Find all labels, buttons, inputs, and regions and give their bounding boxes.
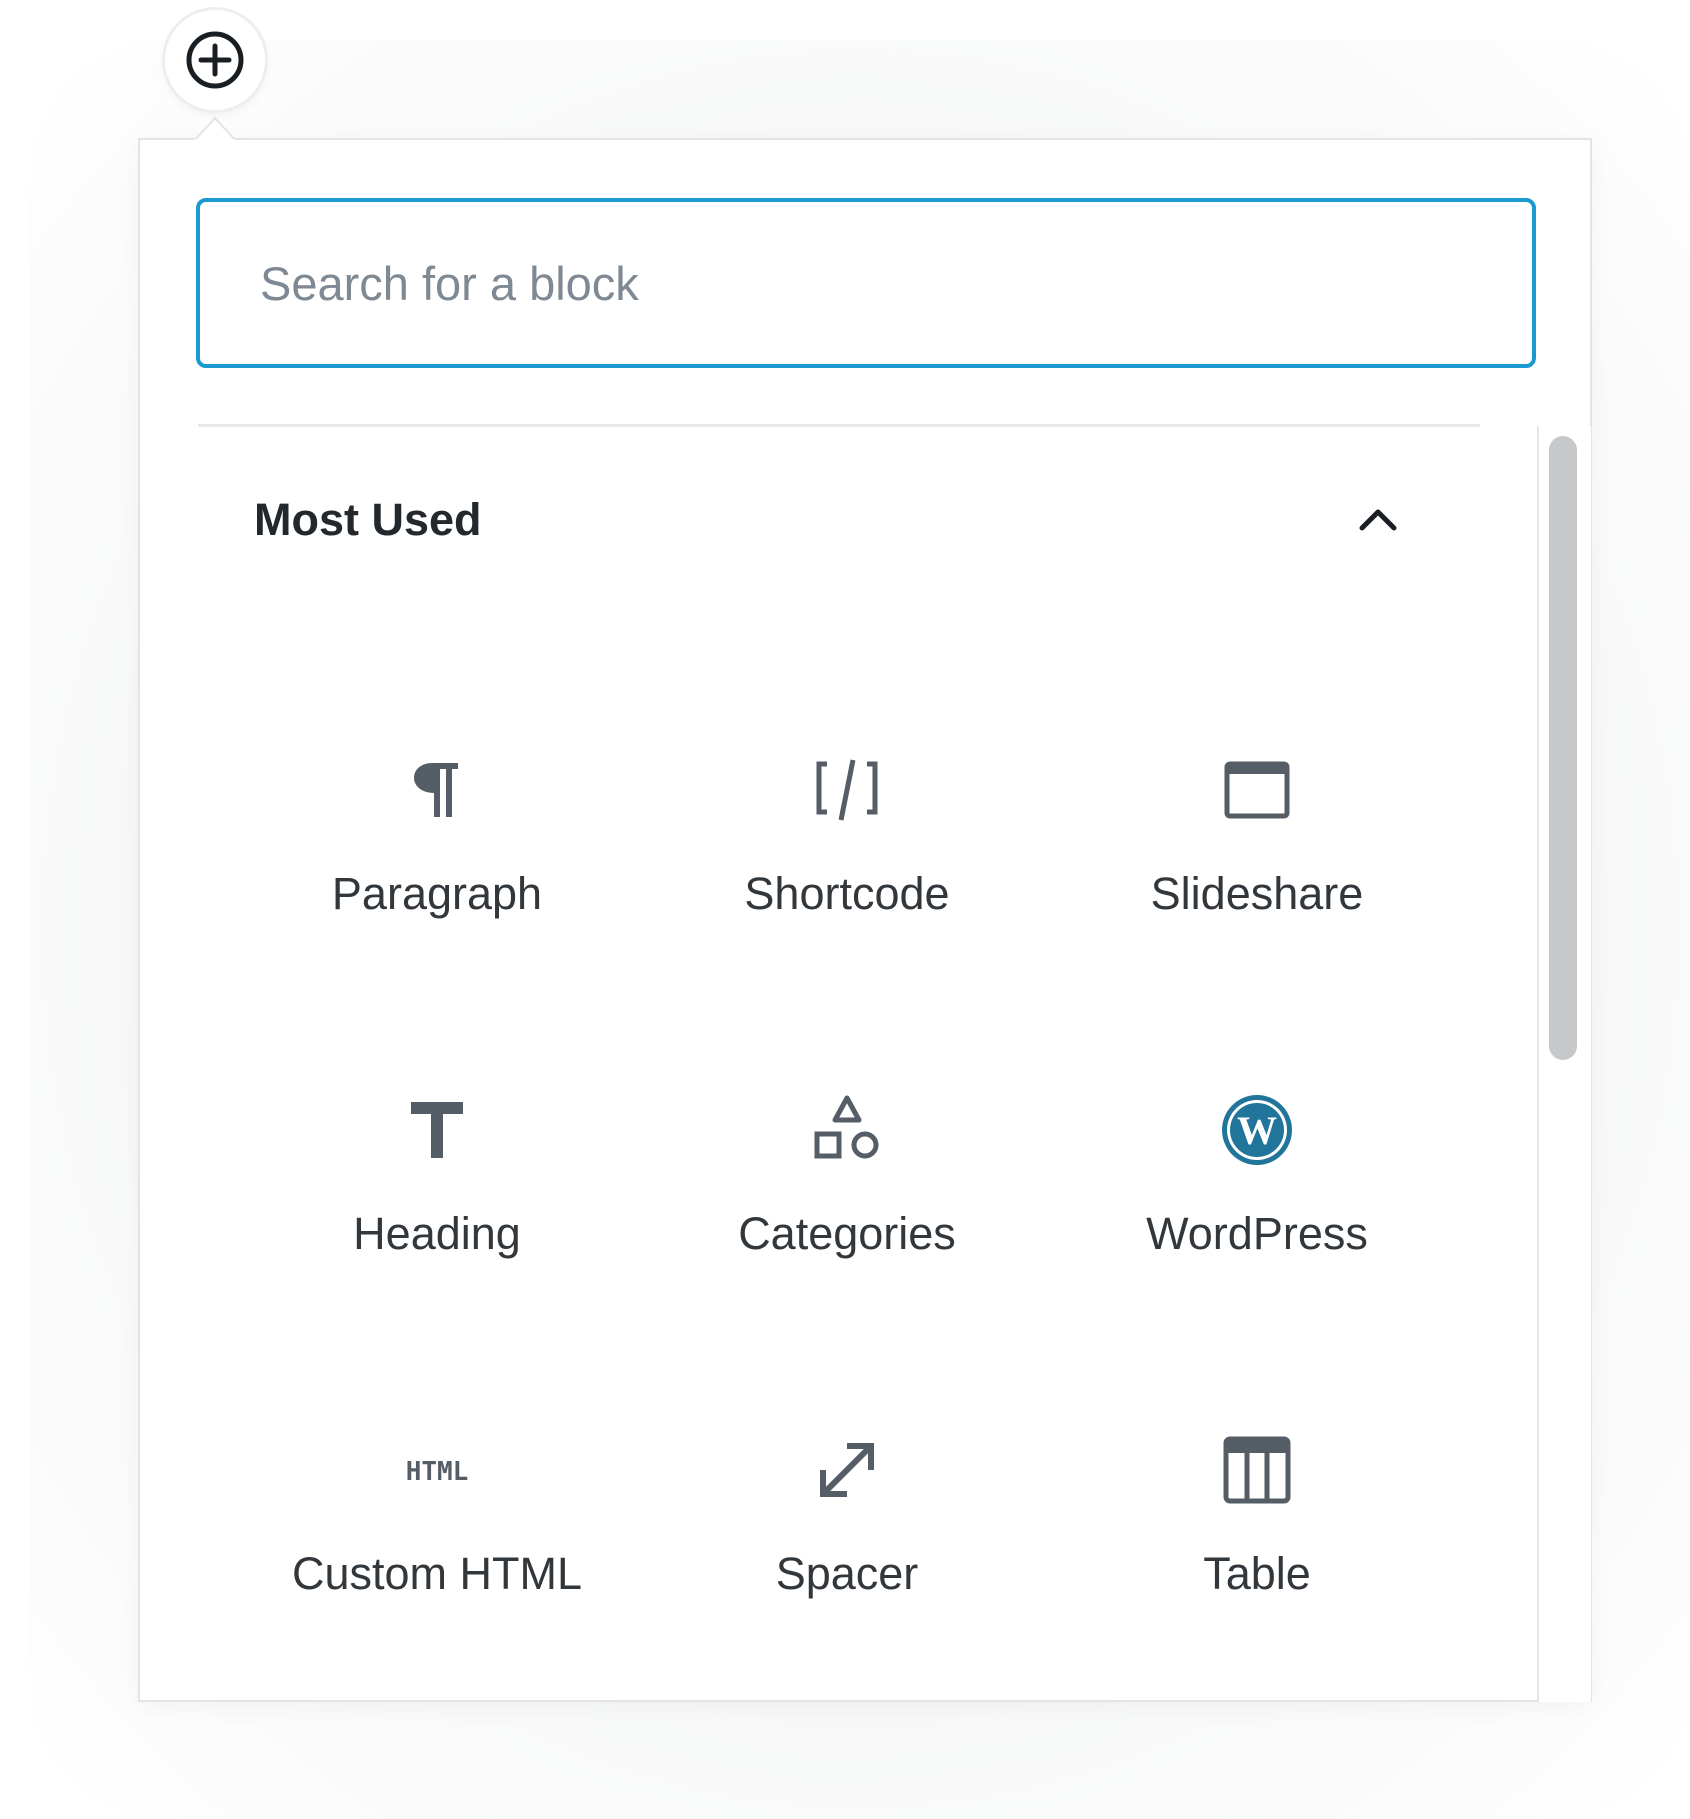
- block-item-slideshare[interactable]: Slideshare: [1052, 740, 1462, 1080]
- heading-icon: [387, 1080, 487, 1180]
- html-icon: HTML: [387, 1420, 487, 1520]
- block-label: Shortcode: [744, 868, 950, 919]
- block-inserter-stage: Most Used Paragraph: [0, 0, 1690, 1819]
- block-item-categories[interactable]: Categories: [642, 1080, 1052, 1420]
- block-item-spacer[interactable]: Spacer: [642, 1420, 1052, 1760]
- scrollbar-thumb[interactable]: [1549, 436, 1577, 1060]
- block-label: Custom HTML: [291, 1548, 583, 1599]
- block-item-heading[interactable]: Heading: [232, 1080, 642, 1420]
- wordpress-icon: W: [1207, 1080, 1307, 1180]
- chevron-up-icon: [1359, 509, 1397, 531]
- block-search-input[interactable]: [196, 198, 1536, 368]
- block-inserter-popover: Most Used Paragraph: [138, 138, 1592, 1702]
- block-label: WordPress: [1146, 1208, 1368, 1259]
- svg-text:HTML: HTML: [406, 1457, 469, 1487]
- shortcode-icon: [797, 740, 897, 840]
- plus-circle-icon: [186, 31, 244, 89]
- block-label: Slideshare: [1150, 868, 1364, 919]
- paragraph-icon: [387, 740, 487, 840]
- block-item-shortcode[interactable]: Shortcode: [642, 740, 1052, 1080]
- block-item-wordpress[interactable]: W WordPress: [1052, 1080, 1462, 1420]
- svg-text:W: W: [1237, 1108, 1277, 1153]
- slideshare-icon: [1207, 740, 1307, 840]
- panel-most-used-toggle[interactable]: Most Used: [254, 480, 1444, 560]
- table-icon: [1207, 1420, 1307, 1520]
- add-block-button[interactable]: [165, 10, 265, 110]
- block-label: Spacer: [775, 1548, 919, 1599]
- block-item-table[interactable]: Table: [1052, 1420, 1462, 1760]
- block-label: Categories: [738, 1208, 956, 1259]
- block-item-custom-html[interactable]: HTML Custom HTML: [232, 1420, 642, 1760]
- spacer-icon: [797, 1420, 897, 1520]
- block-label: Table: [1203, 1548, 1311, 1599]
- block-list: Paragraph Shortcode Slideshare Heading C…: [232, 740, 1472, 1760]
- popover-arrow: [195, 116, 235, 146]
- block-item-paragraph[interactable]: Paragraph: [232, 740, 642, 1080]
- block-label: Heading: [353, 1208, 521, 1259]
- categories-icon: [797, 1080, 897, 1180]
- panel-title: Most Used: [254, 494, 482, 545]
- block-label: Paragraph: [331, 868, 543, 919]
- search-divider: [198, 424, 1480, 427]
